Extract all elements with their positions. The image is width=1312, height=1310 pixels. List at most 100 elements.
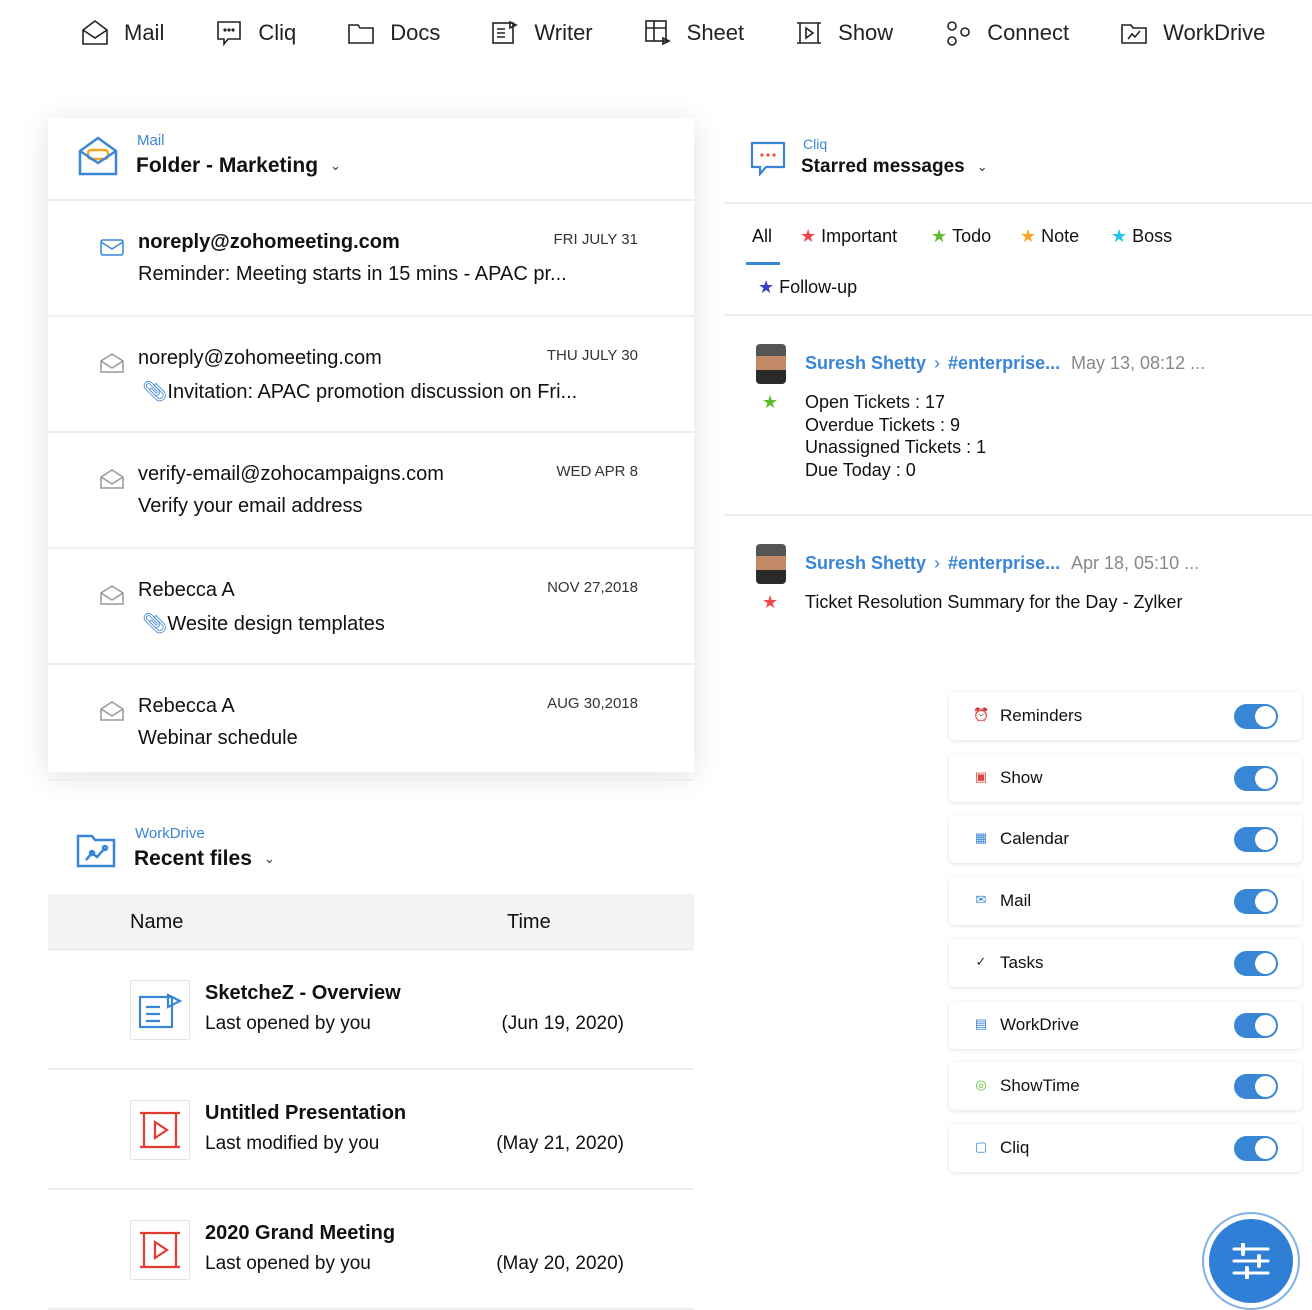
toggle-switch[interactable] bbox=[1234, 950, 1278, 976]
file-time: (May 20, 2020) bbox=[496, 1253, 624, 1274]
nav-sheet[interactable]: Sheet bbox=[643, 18, 744, 48]
toggle-switch[interactable] bbox=[1234, 827, 1278, 853]
starred-message[interactable]: Suresh Shetty › #enterprise... Apr 18, 05:… bbox=[724, 518, 1312, 718]
file-name[interactable]: Untitled Presentation bbox=[205, 1102, 406, 1125]
envelope-open-icon bbox=[100, 353, 124, 373]
file-name[interactable]: SketcheZ - Overview bbox=[205, 982, 401, 1005]
message-source: Suresh Shetty › #enterprise... bbox=[805, 353, 1061, 373]
workdrive-icon bbox=[1121, 24, 1147, 44]
chevron-down-icon: ⌄ bbox=[976, 159, 988, 174]
toggle-switch[interactable] bbox=[1234, 1012, 1278, 1038]
writer-file-icon bbox=[138, 993, 182, 1029]
star-icon: ★ bbox=[931, 226, 948, 246]
nav-docs[interactable]: Docs bbox=[346, 18, 440, 48]
folder-selector[interactable]: Folder - Marketing ⌄ bbox=[136, 154, 341, 178]
avatar bbox=[756, 344, 786, 384]
star-icon: ★ bbox=[800, 226, 817, 246]
file-thumbnail bbox=[130, 980, 190, 1040]
tab-follow-up[interactable]: ★ Follow-up bbox=[758, 277, 857, 298]
file-row[interactable]: SketcheZ - Overview Last opened by you (… bbox=[48, 950, 694, 1070]
mail-date: AUG 30,2018 bbox=[547, 695, 638, 712]
calendar-icon: ▦ bbox=[974, 830, 988, 846]
starred-message[interactable]: Suresh Shetty › #enterprise... May 13, 08:… bbox=[724, 318, 1312, 516]
cliq-app-icon bbox=[750, 141, 786, 176]
toggle-switch[interactable] bbox=[1234, 704, 1278, 729]
cliq-view-selector[interactable]: Starred messages ⌄ bbox=[801, 156, 988, 178]
mail-widget: Mail Folder - Marketing ⌄ noreply@zohomee… bbox=[48, 118, 694, 781]
mail-row[interactable]: noreply@zohomeeting.com 📎︎Invitation: AP… bbox=[48, 317, 694, 433]
mail-icon bbox=[82, 20, 108, 45]
envelope-icon bbox=[100, 239, 124, 256]
mail-subject: Webinar schedule bbox=[138, 727, 298, 749]
file-time: (Jun 19, 2020) bbox=[501, 1013, 624, 1034]
star-icon: ★ bbox=[1020, 226, 1037, 246]
avatar bbox=[756, 544, 786, 584]
sliders-icon bbox=[1232, 1243, 1270, 1279]
nav-cliq[interactable]: Cliq bbox=[214, 18, 296, 48]
toggle-switch[interactable] bbox=[1234, 889, 1278, 915]
files-table-header: Name Time bbox=[48, 894, 694, 950]
mail-date: THU JULY 30 bbox=[546, 347, 638, 364]
customize-button[interactable] bbox=[1202, 1212, 1300, 1310]
mail-subject: Verify your email address bbox=[138, 495, 363, 517]
mail-sender: noreply@zohomeeting.com bbox=[138, 347, 382, 369]
column-name[interactable]: Name bbox=[130, 911, 183, 934]
star-icon: ★ bbox=[758, 277, 775, 297]
tab-important[interactable]: ★ Important bbox=[800, 226, 897, 247]
file-thumbnail bbox=[130, 1220, 190, 1280]
tab-boss[interactable]: ★ Boss bbox=[1111, 226, 1172, 247]
nav-mail[interactable]: Mail bbox=[80, 18, 164, 48]
showtime-icon: ◎ bbox=[975, 1077, 987, 1093]
app-nav: Mail Cliq Docs Writer Sheet Show Connect… bbox=[80, 18, 1265, 48]
file-thumbnail bbox=[130, 1100, 190, 1160]
show-icon bbox=[797, 22, 822, 44]
envelope-open-icon bbox=[100, 701, 124, 721]
nav-writer[interactable]: Writer bbox=[490, 18, 593, 48]
workdrive-widget-header: WorkDrive Recent files ⌄ bbox=[48, 820, 694, 890]
workdrive-app-label: WorkDrive bbox=[135, 825, 205, 842]
workdrive-app-icon bbox=[76, 834, 116, 868]
message-body: Open Tickets : 17 Overdue Tickets : 9 Unas… bbox=[805, 392, 987, 480]
file-status: Last modified by you bbox=[205, 1133, 380, 1154]
star-icon: ★ bbox=[762, 392, 779, 412]
widget-toggle-show: ▣ Show bbox=[949, 753, 1302, 802]
toggle-switch[interactable] bbox=[1234, 1074, 1278, 1100]
mail-row[interactable]: noreply@zohomeeting.com Reminder: Meetin… bbox=[48, 201, 694, 317]
nav-show[interactable]: Show bbox=[794, 18, 893, 48]
file-status: Last opened by you bbox=[205, 1253, 371, 1274]
envelope-open-icon bbox=[100, 585, 124, 605]
mail-subject: 📎︎Invitation: APAC promotion discussion … bbox=[142, 381, 578, 403]
mail-sender: verify-email@zohocampaigns.com bbox=[138, 463, 444, 485]
mail-date: FRI JULY 31 bbox=[553, 231, 638, 248]
chevron-down-icon: ⌄ bbox=[330, 158, 341, 173]
writer-icon bbox=[492, 20, 519, 44]
mail-widget-header: Mail Folder - Marketing ⌄ bbox=[48, 118, 694, 201]
nav-workdrive[interactable]: WorkDrive bbox=[1119, 18, 1265, 48]
message-body: Ticket Resolution Summary for the Day - … bbox=[805, 592, 1183, 612]
toggle-switch[interactable] bbox=[1234, 1135, 1278, 1161]
column-time[interactable]: Time bbox=[507, 911, 551, 934]
tasks-icon: ✓ bbox=[975, 953, 987, 969]
widget-toggle-workdrive: ▤ WorkDrive bbox=[949, 1000, 1302, 1049]
message-time: May 13, 08:12 ... bbox=[1071, 353, 1206, 373]
file-name[interactable]: 2020 Grand Meeting bbox=[205, 1222, 395, 1245]
mail-row[interactable]: Rebecca A Webinar schedule AUG 30,2018 bbox=[48, 665, 694, 781]
message-source: Suresh Shetty › #enterprise... bbox=[805, 553, 1061, 573]
star-filter-tabs: All ★ Important ★ Todo ★ Note ★ Boss ★ Follow-up bbox=[724, 202, 1312, 316]
tab-todo[interactable]: ★ Todo bbox=[931, 226, 991, 247]
nav-connect[interactable]: Connect bbox=[943, 18, 1069, 48]
file-row[interactable]: Untitled Presentation Last modified by y… bbox=[48, 1070, 694, 1190]
workdrive-view-selector[interactable]: Recent files ⌄ bbox=[134, 847, 275, 871]
file-row[interactable]: 2020 Grand Meeting Last opened by you (M… bbox=[48, 1190, 694, 1310]
tab-note[interactable]: ★ Note bbox=[1020, 226, 1079, 247]
widget-toggle-calendar: ▦ Calendar bbox=[949, 815, 1302, 864]
toggle-switch[interactable] bbox=[1234, 765, 1278, 791]
chevron-right-icon: › bbox=[934, 353, 941, 373]
attachment-icon: 📎︎ bbox=[142, 381, 168, 403]
tab-all[interactable]: All bbox=[752, 226, 772, 247]
mail-row[interactable]: verify-email@zohocampaigns.com Verify yo… bbox=[48, 433, 694, 549]
mail-row[interactable]: Rebecca A 📎︎Wesite design templates NOV … bbox=[48, 549, 694, 665]
star-icon: ★ bbox=[762, 592, 779, 612]
mail-icon: ✉ bbox=[975, 892, 987, 908]
folder-icon bbox=[348, 24, 375, 44]
